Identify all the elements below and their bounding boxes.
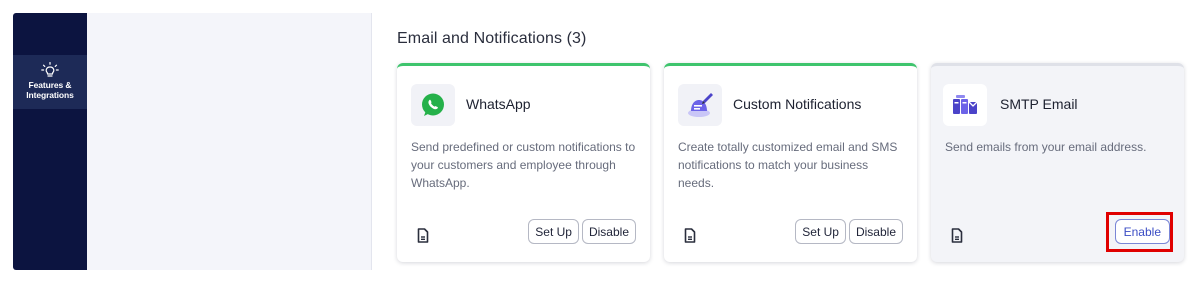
whatsapp-icon [422,93,444,116]
document-icon[interactable] [416,228,430,243]
custom-notifications-icon [688,93,713,117]
section-title: Email and Notifications (3) [397,30,587,47]
disable-button[interactable]: Disable [848,219,903,244]
highlight-annotation [1106,212,1173,252]
document-icon[interactable] [950,228,964,243]
card-actions: Set Up Disable [795,219,903,244]
card-description: Send predefined or custom notifications … [411,140,636,190]
nav-item-label: Features & Integrations [26,80,74,100]
card-logo [411,84,455,126]
lightbulb-icon [41,62,59,77]
subnav-panel [87,13,372,270]
nav-rail: Features & Integrations [13,13,87,270]
smtp-email-icon [953,95,978,114]
integration-card-whatsapp: WhatsApp Send predefined or custom notif… [397,63,650,262]
integration-card-custom-notifications: Custom Notifications Create totally cust… [664,63,917,262]
card-description: Create totally customized email and SMS … [678,140,898,190]
setup-button[interactable]: Set Up [528,219,579,244]
card-actions: Set Up Disable [528,219,636,244]
card-title: WhatsApp [466,96,531,112]
card-logo [943,84,987,126]
card-title: Custom Notifications [733,96,862,112]
card-logo [678,84,722,126]
disable-button[interactable]: Disable [581,219,636,244]
setup-button[interactable]: Set Up [795,219,846,244]
card-title: SMTP Email [1000,96,1078,112]
card-description: Send emails from your email address. [945,140,1147,154]
document-icon[interactable] [683,228,697,243]
nav-item-features-integrations[interactable]: Features & Integrations [13,55,87,109]
